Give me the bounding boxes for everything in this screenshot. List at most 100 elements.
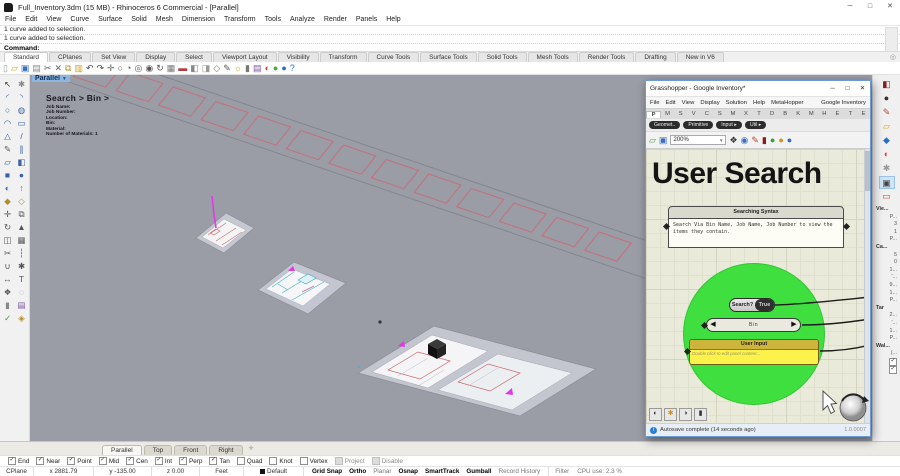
box-tool-icon[interactable]: ■ — [1, 169, 15, 182]
gh-component-tab-14[interactable]: E — [831, 111, 844, 117]
toolbar-tab-standard[interactable]: Standard — [4, 52, 48, 62]
osnap-quad[interactable]: Quad — [236, 457, 262, 465]
circle-tool-icon[interactable]: ○ — [1, 104, 15, 117]
pan-icon[interactable]: ✛ — [107, 63, 115, 73]
dock-prop-[interactable]: '... — [876, 320, 897, 328]
menu-item-file[interactable]: File — [5, 16, 16, 23]
text-tool-icon[interactable]: T — [15, 273, 29, 286]
menu-item-tools[interactable]: Tools — [265, 16, 281, 23]
gh-component-tab-11[interactable]: K — [792, 111, 805, 117]
dock-prop-0[interactable]: 0 — [876, 259, 897, 267]
polygon-tool-icon[interactable]: △ — [1, 130, 15, 143]
gh-mesh-blue-icon[interactable]: ● — [787, 135, 792, 145]
gh-wire-display-icon[interactable]: ◑ — [679, 408, 692, 421]
osnap-knot[interactable]: Knot — [269, 457, 293, 465]
status-toggle-planar[interactable]: Planar — [373, 468, 391, 475]
help-icon[interactable]: ? — [290, 63, 295, 73]
dock-prop-p[interactable]: P... — [876, 236, 897, 244]
menu-item-mesh[interactable]: Mesh — [156, 16, 173, 23]
osnap-int[interactable]: Int — [154, 457, 172, 465]
arc-tool-icon[interactable]: ◠ — [1, 117, 15, 130]
misc-tool-icon[interactable]: ◈ — [15, 312, 29, 325]
save-icon[interactable]: ▣ — [21, 63, 30, 73]
command-area[interactable]: 1 curve added to selection. 1 curve adde… — [0, 25, 900, 52]
gh-zoom-dropdown[interactable]: 200% ▼ — [670, 135, 727, 145]
offset-tool-icon[interactable]: ∥ — [15, 143, 29, 156]
array-tool-icon[interactable]: ▦ — [15, 234, 29, 247]
print-icon[interactable]: ▤ — [32, 63, 41, 73]
annotate-icon[interactable]: ✎ — [223, 63, 231, 73]
layers-icon[interactable]: ▤ — [253, 63, 262, 73]
gh-menu-item-help[interactable]: Help — [753, 100, 765, 106]
toolbar-tab-solid-tools[interactable]: Solid Tools — [477, 52, 527, 62]
toolbar-tab-render-tools[interactable]: Render Tools — [578, 52, 635, 62]
status-toggle-smarttrack[interactable]: SmartTrack — [425, 468, 459, 475]
menu-item-surface[interactable]: Surface — [98, 16, 122, 23]
trim-tool-icon[interactable]: ✂ — [1, 247, 15, 260]
gh-menu-item-metahopper[interactable]: MetaHopper — [771, 100, 803, 106]
notifications-panel-icon[interactable]: ◆ — [879, 134, 895, 147]
gh-minimize-icon[interactable]: ─ — [825, 82, 840, 95]
sphere-tool-icon[interactable]: ● — [15, 169, 29, 182]
minimize-icon[interactable]: ─ — [840, 1, 860, 13]
menu-item-render[interactable]: Render — [324, 16, 347, 23]
select-tool-icon[interactable]: ↖ — [1, 78, 15, 91]
dock-prop-1[interactable]: 1... — [876, 290, 898, 298]
gh-component-tab-5[interactable]: S — [713, 111, 726, 117]
toolbar-tab-curve-tools[interactable]: Curve Tools — [367, 52, 420, 62]
gh-component-tab-10[interactable]: B — [779, 111, 792, 117]
gh-sketch-icon[interactable]: ✎ — [751, 135, 759, 145]
dock-prop-[interactable]: (... — [876, 350, 897, 358]
gh-subcategory-input[interactable]: Input ▸ — [716, 121, 742, 129]
viewport-tab-top[interactable]: Top — [143, 445, 173, 455]
maximize-icon[interactable]: □ — [860, 1, 880, 13]
move-tool-icon[interactable]: ✛ — [1, 208, 15, 221]
light-icon[interactable]: ☼ — [234, 63, 242, 73]
point-tool-icon[interactable]: ✱ — [15, 78, 29, 91]
gh-preview-eye-icon[interactable]: ◉ — [741, 135, 749, 145]
scale-tool-icon[interactable]: ▲ — [15, 221, 29, 234]
gh-component-tab-15[interactable]: T — [844, 111, 857, 117]
osnap-disable[interactable]: Disable — [371, 457, 403, 465]
status-toggle-record-history[interactable]: Record History — [499, 468, 541, 475]
menu-item-help[interactable]: Help — [386, 16, 400, 23]
status-toggle-gumball[interactable]: Gumball — [466, 468, 491, 475]
toolbar-tab-display[interactable]: Display — [136, 52, 176, 62]
explode-tool-icon[interactable]: ✱ — [15, 260, 29, 273]
osnap-mid[interactable]: Mid — [98, 457, 119, 465]
copy-tool-icon[interactable]: ⧉ — [15, 208, 29, 221]
gh-component-tab-0[interactable]: P — [646, 110, 662, 118]
toolbar-tab-viewport-layout[interactable]: Viewport Layout — [212, 52, 277, 62]
loft-tool-icon[interactable]: ◧ — [15, 156, 29, 169]
new-file-icon[interactable]: ▯ — [3, 63, 8, 73]
cplane-button[interactable]: CPlane — [0, 467, 34, 476]
boolean-tool-icon[interactable]: ◐ — [1, 182, 15, 195]
viewport-layout-icon[interactable]: ▦ — [167, 63, 176, 73]
gh-subcategory-primitive[interactable]: Primitive — [683, 121, 714, 129]
gh-component-tab-2[interactable]: S — [674, 111, 687, 117]
osnap-cen[interactable]: Cen — [126, 457, 148, 465]
gh-component-tab-12[interactable]: M — [805, 111, 818, 117]
gh-mesh-green-icon[interactable]: ● — [770, 135, 775, 145]
extrude-tool-icon[interactable]: ↑ — [15, 182, 29, 195]
units-button[interactable]: Feet — [200, 467, 244, 476]
interpcurve-tool-icon[interactable]: ◝ — [15, 91, 29, 104]
gh-canvas[interactable]: User Search Searching Syntax Search Via … — [646, 149, 870, 423]
split-tool-icon[interactable]: ┆ — [15, 247, 29, 260]
wallpaper-panel-icon[interactable]: ▭ — [879, 190, 895, 203]
gh-component-tab-13[interactable]: H — [818, 111, 831, 117]
mirror-tool-icon[interactable]: ◫ — [1, 234, 15, 247]
camera-panel-icon[interactable]: ▣ — [878, 176, 895, 189]
gh-open-definition-icon[interactable]: ▱ — [649, 135, 656, 145]
toolbar-tab-new-in-v6[interactable]: New in V6 — [676, 52, 724, 62]
toolbar-tab-visibility[interactable]: Visibility — [277, 52, 319, 62]
lock-tool-icon[interactable]: ▮ — [1, 299, 15, 312]
toolbar-tab-drafting[interactable]: Drafting — [635, 52, 676, 62]
display-panel-icon[interactable]: ◐ — [879, 148, 895, 161]
gh-menu-item-view[interactable]: View — [682, 100, 695, 106]
gh-component-tab-9[interactable]: D — [766, 111, 779, 117]
status-toggle-grid-snap[interactable]: Grid Snap — [312, 468, 342, 475]
gh-save-definition-icon[interactable]: ▣ — [659, 135, 668, 145]
undo-icon[interactable]: ↶ — [86, 63, 94, 73]
status-toggle-ortho[interactable]: Ortho — [349, 468, 366, 475]
